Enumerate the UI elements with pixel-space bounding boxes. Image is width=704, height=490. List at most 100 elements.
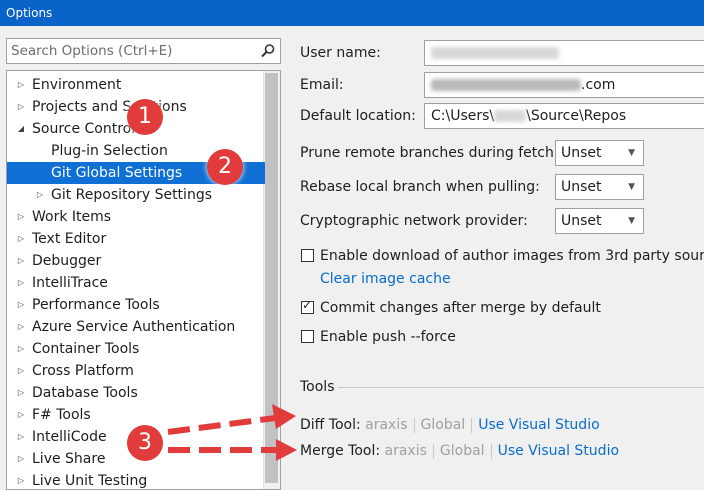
collapsed-arrow-icon[interactable]: ▷ xyxy=(15,426,27,448)
prune-label: Prune remote branches during fetch: xyxy=(300,145,559,161)
commit-after-merge-checkbox[interactable] xyxy=(301,298,314,314)
diff-tool-row: Diff Tool: araxis Global Use Visual Studio xyxy=(300,415,600,435)
divider xyxy=(432,443,434,459)
tree-item-label: Container Tools xyxy=(32,341,140,357)
collapsed-arrow-icon[interactable]: ▷ xyxy=(15,404,27,426)
tree-item-debugger[interactable]: ▷ Debugger xyxy=(7,250,265,272)
window-title: Options xyxy=(0,0,704,26)
tree-item-cross-platform[interactable]: ▷ Cross Platform xyxy=(7,360,265,382)
annotation-badge-3: 3 xyxy=(127,425,163,461)
collapsed-arrow-icon[interactable]: ▷ xyxy=(15,448,27,470)
email-label: Email: xyxy=(300,77,344,93)
tree-item-label: Environment xyxy=(32,77,122,93)
tree-item-f-tools[interactable]: ▷ F# Tools xyxy=(7,404,265,426)
merge-tool-scope: Global xyxy=(439,443,485,459)
collapsed-arrow-icon[interactable]: ▷ xyxy=(15,96,27,118)
tree-item-label: Database Tools xyxy=(32,385,138,401)
left-pane: ▷ Environment ▷ Projects and Solutions ◢ Sour… xyxy=(0,26,288,490)
tree-scrollbar[interactable] xyxy=(263,71,280,489)
collapsed-arrow-icon[interactable]: ▷ xyxy=(15,74,27,96)
collapsed-arrow-icon[interactable]: ▷ xyxy=(15,338,27,360)
annotation-badge-1: 1 xyxy=(127,99,163,135)
tree-item-azure-service-authentication[interactable]: ▷ Azure Service Authentication xyxy=(7,316,265,338)
collapsed-arrow-icon[interactable]: ▷ xyxy=(15,316,27,338)
redacted-email xyxy=(431,79,581,91)
collapsed-arrow-icon[interactable]: ▷ xyxy=(15,272,27,294)
tree-item-text-editor[interactable]: ▷ Text Editor xyxy=(7,228,265,250)
user-name-label: User name: xyxy=(300,45,381,61)
tree-item-live-unit-testing[interactable]: ▷ Live Unit Testing xyxy=(7,470,265,489)
tree-item-intellitrace[interactable]: ▷ IntelliTrace xyxy=(7,272,265,294)
tree-item-label: Projects and Solutions xyxy=(32,99,187,115)
divider xyxy=(471,417,473,433)
tree-item-performance-tools[interactable]: ▷ Performance Tools xyxy=(7,294,265,316)
tree-item-git-repository-settings[interactable]: ▷ Git Repository Settings xyxy=(7,184,265,206)
merge-tool-name: araxis xyxy=(384,443,427,459)
tree-item-label: Text Editor xyxy=(32,231,107,247)
tree-scrollbar-thumb[interactable] xyxy=(265,73,278,483)
collapsed-arrow-icon[interactable]: ▷ xyxy=(34,184,46,206)
expanded-arrow-icon[interactable]: ◢ xyxy=(15,118,27,140)
collapsed-arrow-icon[interactable]: ▷ xyxy=(15,250,27,272)
diff-tool-label: Diff Tool: xyxy=(300,417,361,433)
tree-item-label: Work Items xyxy=(32,209,112,225)
tree-item-container-tools[interactable]: ▷ Container Tools xyxy=(7,338,265,360)
chevron-down-icon: ▼ xyxy=(628,182,635,192)
divider xyxy=(490,443,492,459)
author-images-label[interactable]: Enable download of author images from 3r… xyxy=(320,246,704,266)
author-images-checkbox[interactable] xyxy=(301,249,314,262)
crypto-value: Unset xyxy=(561,213,602,229)
email-field[interactable]: .com xyxy=(424,72,704,98)
push-force-checkbox[interactable] xyxy=(301,330,314,343)
tree-item-label: Git Repository Settings xyxy=(51,187,212,203)
tree-item-work-items[interactable]: ▷ Work Items xyxy=(7,206,265,228)
tools-divider xyxy=(338,387,704,388)
tree-item-label: Cross Platform xyxy=(32,363,134,379)
divider xyxy=(413,417,415,433)
crypto-dropdown[interactable]: Unset ▼ xyxy=(555,208,644,234)
location-prefix: C:\Users\ xyxy=(431,108,495,124)
tree-item-label: Live Unit Testing xyxy=(32,473,148,489)
tree-item-label: Live Share xyxy=(32,451,106,467)
collapsed-arrow-icon[interactable]: ▷ xyxy=(15,294,27,316)
tree-item-label: Debugger xyxy=(32,253,102,269)
default-location-label: Default location: xyxy=(300,108,416,124)
chevron-down-icon: ▼ xyxy=(628,216,635,226)
collapsed-arrow-icon[interactable]: ▷ xyxy=(15,228,27,250)
collapsed-arrow-icon[interactable]: ▷ xyxy=(15,206,27,228)
diff-tool-name: araxis xyxy=(365,417,408,433)
collapsed-arrow-icon[interactable]: ▷ xyxy=(15,470,27,489)
tree-item-label: Source Control xyxy=(32,121,136,137)
collapsed-arrow-icon[interactable]: ▷ xyxy=(15,382,27,404)
tree-item-label: IntelliTrace xyxy=(32,275,108,291)
diff-tool-scope: Global xyxy=(420,417,466,433)
tree-item-label: Performance Tools xyxy=(32,297,160,313)
redacted-username xyxy=(494,110,527,122)
search-box[interactable] xyxy=(6,38,281,64)
merge-use-vs-link[interactable]: Use Visual Studio xyxy=(498,443,619,459)
default-location-field[interactable]: C:\Users\ \Source\Repos xyxy=(424,103,704,129)
tree-item-environment[interactable]: ▷ Environment xyxy=(7,74,265,96)
merge-tool-row: Merge Tool: araxis Global Use Visual Studi… xyxy=(300,441,619,461)
tree-item-label: F# Tools xyxy=(32,407,91,423)
search-input[interactable] xyxy=(7,39,247,63)
tools-section-title: Tools xyxy=(300,379,335,395)
rebase-label: Rebase local branch when pulling: xyxy=(300,179,540,195)
location-suffix: \Source\Repos xyxy=(526,108,627,124)
commit-after-merge-label[interactable]: Commit changes after merge by default xyxy=(320,298,601,318)
tree-item-label: IntelliCode xyxy=(32,429,107,445)
annotation-badge-2: 2 xyxy=(207,149,243,185)
search-icon[interactable] xyxy=(260,43,276,59)
tree-item-label: Azure Service Authentication xyxy=(32,319,236,335)
clear-image-cache-link[interactable]: Clear image cache xyxy=(320,269,451,289)
tree-item-label: Git Global Settings xyxy=(51,165,183,181)
tree-item-database-tools[interactable]: ▷ Database Tools xyxy=(7,382,265,404)
collapsed-arrow-icon[interactable]: ▷ xyxy=(15,360,27,382)
user-name-field[interactable] xyxy=(424,40,704,66)
email-suffix: .com xyxy=(581,77,616,93)
push-force-label[interactable]: Enable push --force xyxy=(320,327,456,347)
tree-item-label: Plug-in Selection xyxy=(51,143,168,159)
diff-use-vs-link[interactable]: Use Visual Studio xyxy=(478,417,599,433)
rebase-dropdown[interactable]: Unset ▼ xyxy=(555,174,644,200)
prune-dropdown[interactable]: Unset ▼ xyxy=(555,140,644,166)
